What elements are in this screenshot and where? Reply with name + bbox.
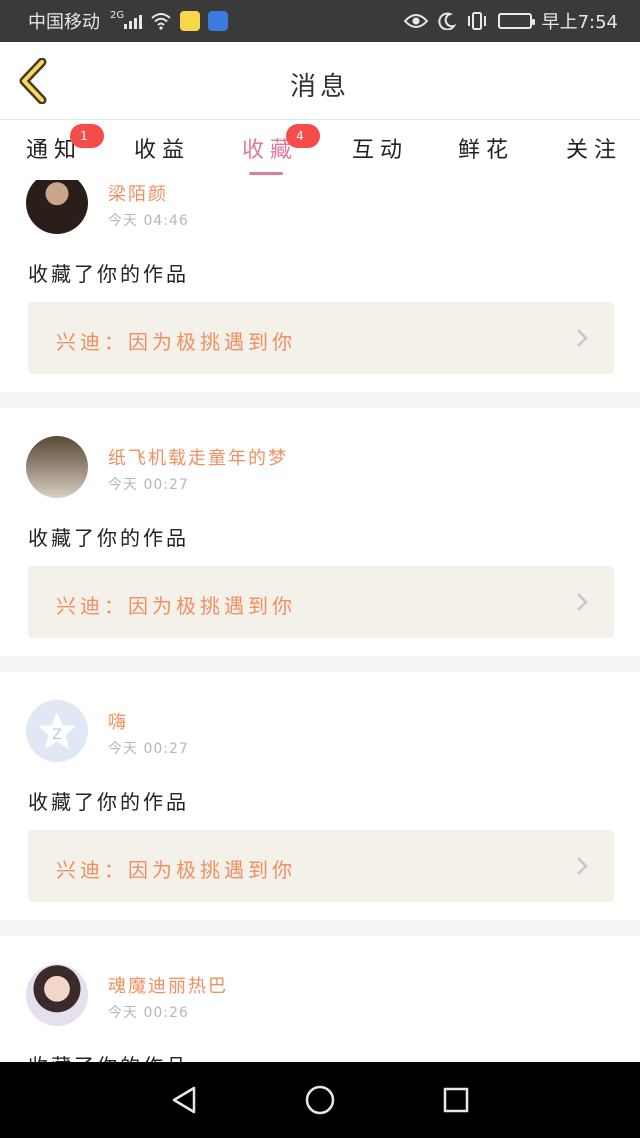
user-name[interactable]: 梁陌颜 — [108, 180, 168, 206]
work-title: 兴迪：因为极挑遇到你 — [56, 594, 296, 618]
signal-icon: 2G — [108, 9, 143, 29]
action-text: 收藏了你的作品 — [28, 262, 189, 286]
tab-badge: 4 — [286, 124, 320, 148]
avatar[interactable] — [26, 436, 88, 498]
list-item: 梁陌颜 今天 04:46 收藏了你的作品 兴迪：因为极挑遇到你 — [0, 180, 640, 392]
message-tabs: 通知 1 收益 收藏 4 互动 鲜花 关注 — [0, 120, 640, 180]
tab-following[interactable]: 关注 — [566, 132, 622, 164]
avatar[interactable] — [26, 964, 88, 1026]
work-link[interactable]: 兴迪：因为极挑遇到你 — [28, 830, 614, 902]
list-item: 纸飞机载走童年的梦 今天 00:27 收藏了你的作品 兴迪：因为极挑遇到你 — [0, 408, 640, 656]
nav-back-button[interactable] — [166, 1082, 202, 1118]
avatar[interactable]: Z — [26, 700, 88, 762]
work-title: 兴迪：因为极挑遇到你 — [56, 858, 296, 882]
carrier-label: 中国移动 — [28, 12, 100, 33]
message-list[interactable]: 梁陌颜 今天 04:46 收藏了你的作品 兴迪：因为极挑遇到你 纸飞机载走童年的… — [0, 180, 640, 1062]
chat-app-icon — [180, 11, 201, 31]
battery-icon — [497, 13, 535, 29]
tab-badge: 1 — [70, 124, 104, 148]
message-time: 今天 00:27 — [108, 741, 189, 757]
avatar[interactable] — [26, 180, 88, 234]
action-text: 收藏了你的作品 — [28, 526, 189, 550]
message-time: 今天 04:46 — [108, 213, 189, 229]
message-time: 今天 00:26 — [108, 1005, 189, 1021]
clock: 早上7:54 — [541, 12, 618, 33]
work-title: 兴迪：因为极挑遇到你 — [56, 330, 296, 354]
page-title: 消息 — [289, 72, 350, 102]
tab-favorites[interactable]: 收藏 4 — [242, 124, 320, 164]
music-app-icon — [208, 11, 229, 31]
tab-notifications[interactable]: 通知 1 — [26, 124, 104, 164]
work-link[interactable]: 兴迪：因为极挑遇到你 — [28, 566, 614, 638]
chevron-right-icon — [577, 329, 588, 347]
default-avatar-icon: Z — [38, 712, 76, 749]
chevron-right-icon — [577, 857, 588, 875]
user-name[interactable]: 魂魔迪丽热巴 — [108, 972, 228, 998]
square-recents-icon — [443, 1087, 469, 1113]
status-bar: 中国移动 2G 早上7:54 — [0, 0, 640, 42]
list-item: 魂魔迪丽热巴 今天 00:26 收藏了你的作品 — [0, 936, 640, 1062]
nav-recents-button[interactable] — [438, 1082, 474, 1118]
work-link[interactable]: 兴迪：因为极挑遇到你 — [28, 302, 614, 374]
system-nav-bar — [0, 1062, 640, 1138]
tab-label: 鲜花 — [458, 138, 515, 163]
network-type: 2G — [110, 9, 125, 21]
eye-icon — [403, 13, 428, 29]
action-text: 收藏了你的作品 — [28, 1050, 189, 1062]
tab-earnings[interactable]: 收益 — [134, 132, 190, 164]
list-item: Z 嗨 今天 00:27 收藏了你的作品 兴迪：因为极挑遇到你 — [0, 672, 640, 920]
nav-home-button[interactable] — [302, 1082, 338, 1118]
tab-label: 收益 — [134, 138, 191, 163]
app-header: 消息 — [0, 42, 640, 120]
active-tab-indicator — [249, 172, 283, 175]
chevron-right-icon — [577, 593, 588, 611]
tab-label: 关注 — [566, 138, 623, 163]
user-name[interactable]: 纸飞机载走童年的梦 — [108, 444, 288, 470]
action-text: 收藏了你的作品 — [28, 790, 189, 814]
circle-home-icon — [305, 1085, 335, 1115]
vibrate-icon — [466, 11, 488, 31]
tab-label: 互动 — [352, 138, 409, 163]
user-name[interactable]: 嗨 — [108, 708, 128, 734]
triangle-back-icon — [172, 1086, 196, 1114]
tab-interactions[interactable]: 互动 — [352, 132, 408, 164]
svg-text:Z: Z — [52, 727, 62, 743]
tab-flowers[interactable]: 鲜花 — [458, 132, 514, 164]
message-time: 今天 00:27 — [108, 477, 189, 493]
wifi-icon — [150, 12, 172, 30]
moon-icon — [437, 12, 456, 30]
